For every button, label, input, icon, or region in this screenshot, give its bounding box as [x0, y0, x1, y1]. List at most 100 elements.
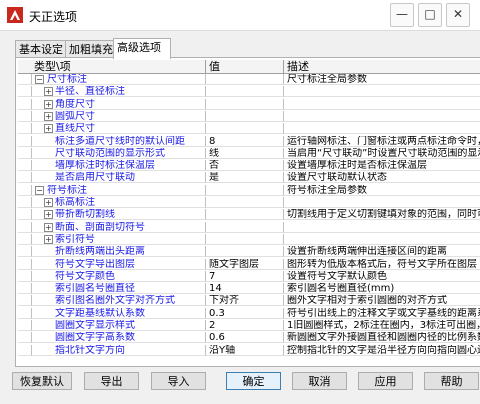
row-value[interactable] — [206, 123, 284, 135]
row-name-cell[interactable]: + 标高标注 — [32, 197, 206, 208]
table-row[interactable]: + 标高标注 — [18, 197, 480, 208]
table-row[interactable]: 墙厚标注时标注保温层 否设置墙厚标注时是否标注保温层 — [18, 160, 480, 172]
row-value[interactable] — [206, 110, 284, 122]
expand-icon[interactable]: + — [44, 222, 53, 232]
row-value[interactable] — [206, 233, 284, 245]
header-description[interactable]: 描述 — [284, 60, 480, 73]
tab-bold-fill[interactable]: 加粗填充 — [65, 40, 120, 58]
row-name-cell[interactable]: 圆圈文字显示样式 — [32, 320, 206, 331]
minimize-button[interactable]: — — [390, 3, 414, 27]
row-value[interactable]: 0.3 — [206, 307, 284, 319]
row-value[interactable]: 随文字图层 — [206, 258, 284, 270]
row-name-cell[interactable]: 圆圈文字字高系数 — [32, 332, 206, 344]
expand-icon[interactable]: + — [44, 111, 53, 121]
row-value[interactable]: 下对齐 — [206, 295, 284, 307]
property-grid: 类型\项 值 描述 − 尺寸标注 尺寸标注全局参数 + 半径、直径标注 + 角度尺寸 + 圆弧尺… — [18, 60, 480, 364]
table-row[interactable]: 圆圈文字字高系数 0.6 新圆圈文字外接圆直径和圆圈内径的比例系数 — [18, 332, 480, 344]
row-name-cell[interactable]: + 直线尺寸 — [32, 123, 206, 135]
row-name-cell[interactable]: 索引图名圈外文字对齐方式 — [32, 295, 206, 307]
table-row[interactable]: 索引图名圈外文字对齐方式 下对齐 圈外文字相对于索引圆圈的对齐方式 — [18, 295, 480, 307]
table-row[interactable]: 圆圈文字显示样式 2 1旧圆圈样式，2标注在圈内，3标注可出圈，作 — [18, 320, 480, 331]
restore-defaults-button[interactable]: 恢复默认 — [12, 372, 72, 390]
row-name-cell[interactable]: + 角度尺寸 — [32, 98, 206, 110]
table-row[interactable]: 符号文字颜色 7 设置符号文字默认颜色 — [18, 270, 480, 282]
row-name-cell[interactable]: 墙厚标注时标注保温层 — [32, 160, 206, 172]
row-value[interactable]: 0.6 — [206, 332, 284, 344]
expand-icon[interactable]: + — [44, 87, 53, 97]
row-value[interactable]: 否 — [206, 160, 284, 172]
row-gutter — [18, 110, 32, 122]
row-name-cell[interactable]: − 符号标注 — [32, 184, 206, 196]
row-name-cell[interactable]: + 半径、直径标注 — [32, 86, 206, 98]
row-value[interactable] — [206, 221, 284, 233]
row-name-cell[interactable]: 指北针文字方向 — [32, 344, 206, 356]
table-row[interactable]: 文字距基线默认系数 0.3 符号引出线上的注释文字或文字基线的距离系数 — [18, 307, 480, 319]
row-value[interactable] — [206, 74, 284, 85]
row-name-cell[interactable]: 文字距基线默认系数 — [32, 307, 206, 319]
row-value[interactable]: 14 — [206, 283, 284, 295]
row-value[interactable] — [206, 197, 284, 208]
tab-basic-settings[interactable]: 基本设定 — [15, 40, 70, 58]
row-name-cell[interactable]: + 断面、剖面剖切符号 — [32, 221, 206, 233]
table-row[interactable]: − 符号标注 符号标注全局参数 — [18, 184, 480, 196]
collapse-icon[interactable]: − — [35, 75, 44, 84]
row-name-cell[interactable]: 索引圆名号圈直径 — [32, 283, 206, 295]
row-value[interactable] — [206, 209, 284, 221]
row-name-cell[interactable]: 折断线两端出头距离 — [32, 246, 206, 258]
row-gutter — [18, 147, 32, 159]
expand-icon[interactable]: + — [44, 234, 53, 244]
collapse-icon[interactable]: − — [35, 185, 44, 195]
row-value[interactable]: 2 — [206, 320, 284, 331]
row-value[interactable] — [206, 184, 284, 196]
table-row[interactable]: 折断线两端出头距离 设置折断线两端伸出连接区间的距离 — [18, 246, 480, 258]
table-row[interactable]: 尺寸联动范围的显示形式 线当启用“尺寸联动”时设置尺寸联动范围的显示 — [18, 147, 480, 159]
row-value[interactable] — [206, 86, 284, 98]
row-value[interactable] — [206, 98, 284, 110]
table-row[interactable]: 索引圆名号圈直径 14 索引圆名号圈直径(mm) — [18, 283, 480, 295]
row-name-cell[interactable]: 符号文字颜色 — [32, 270, 206, 282]
header-type-item[interactable]: 类型\项 — [18, 60, 206, 73]
table-row[interactable]: 符号文字导出图层 随文字图层 图形转为低版本格式后，符号文字所在图层 — [18, 258, 480, 270]
help-button[interactable]: 帮助 — [424, 372, 479, 390]
close-button[interactable]: ✕ — [446, 3, 470, 27]
row-value[interactable]: 沿Y轴 — [206, 344, 284, 356]
row-name-cell[interactable]: + 带折断切割线 — [32, 209, 206, 221]
row-value[interactable]: 8 — [206, 135, 284, 147]
expand-icon[interactable]: + — [44, 210, 53, 220]
row-name-cell[interactable]: 符号文字导出图层 — [32, 258, 206, 270]
tab-advanced-options[interactable]: 高级选项 — [113, 38, 171, 59]
table-row[interactable]: + 角度尺寸 — [18, 98, 480, 110]
export-button[interactable]: 导出 — [84, 372, 139, 390]
cancel-button[interactable]: 取消 — [292, 372, 347, 390]
table-row[interactable]: 指北针文字方向 沿Y轴 控制指北针的文字是沿半径方向向指向圆心还是 — [18, 344, 480, 356]
row-name-cell[interactable]: 是否启用尺寸联动 — [32, 172, 206, 184]
table-row[interactable]: + 半径、直径标注 — [18, 86, 480, 98]
table-row[interactable]: 标注多道尺寸线时的默认间距 8 运行轴网标注、门窗标注或两点标注命令时，用 — [18, 135, 480, 147]
expand-icon[interactable]: + — [44, 99, 53, 109]
maximize-button[interactable]: □ — [418, 3, 442, 27]
table-row[interactable]: + 带折断切割线 切割线用于定义切割键填对象的范围，同时可以 — [18, 209, 480, 221]
table-row[interactable]: + 断面、剖面剖切符号 — [18, 221, 480, 233]
apply-button[interactable]: 应用 — [358, 372, 413, 390]
row-value[interactable]: 线 — [206, 147, 284, 159]
table-row[interactable]: + 圆弧尺寸 — [18, 110, 480, 122]
row-value[interactable] — [206, 246, 284, 258]
ok-button[interactable]: 确定 — [226, 372, 281, 390]
table-row[interactable]: + 直线尺寸 — [18, 123, 480, 135]
row-name-cell[interactable]: − 尺寸标注 — [32, 74, 206, 85]
row-label: 圆圈文字字高系数 — [55, 332, 135, 344]
table-row[interactable]: 是否启用尺寸联动 是设置尺寸联动默认状态 — [18, 172, 480, 184]
table-row[interactable]: + 索引符号 — [18, 233, 480, 245]
row-name-cell[interactable]: + 圆弧尺寸 — [32, 110, 206, 122]
expand-icon[interactable]: + — [44, 198, 53, 207]
import-button[interactable]: 导入 — [151, 372, 206, 390]
table-row[interactable]: − 尺寸标注 尺寸标注全局参数 — [18, 74, 480, 85]
row-name-cell[interactable]: 标注多道尺寸线时的默认间距 — [32, 135, 206, 147]
expand-icon[interactable]: + — [44, 124, 53, 134]
row-name-cell[interactable]: + 索引符号 — [32, 233, 206, 245]
row-name-cell[interactable]: 尺寸联动范围的显示形式 — [32, 147, 206, 159]
row-value[interactable]: 7 — [206, 270, 284, 282]
row-value[interactable]: 是 — [206, 172, 284, 184]
header-value[interactable]: 值 — [206, 60, 284, 73]
row-label: 指北针文字方向 — [55, 344, 125, 356]
